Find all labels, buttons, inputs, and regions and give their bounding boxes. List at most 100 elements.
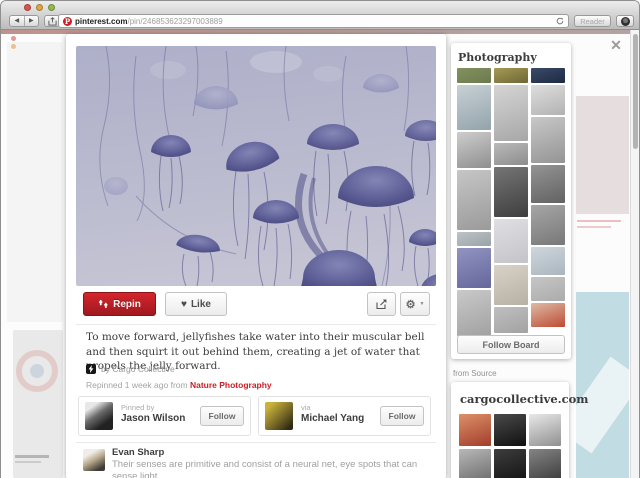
pin-thumbnail[interactable] (457, 248, 491, 288)
board-column (531, 68, 565, 327)
commenter-avatar[interactable] (83, 449, 105, 471)
pin-thumbnail[interactable] (494, 307, 528, 333)
pin-thumbnail[interactable] (531, 85, 565, 115)
tab-overview-button[interactable] (616, 15, 634, 27)
faded-pin-image (576, 96, 629, 214)
faded-text-line (577, 226, 611, 228)
pin-thumbnail[interactable] (531, 117, 565, 163)
source-card: cargocollective.com (451, 382, 569, 478)
page-content: Repin ♥ Like ⚙ ▼ To move forward, (1, 30, 639, 478)
pin-thumbnail[interactable] (531, 205, 565, 245)
pin-thumbnail[interactable] (531, 247, 565, 275)
faded-text-line (15, 455, 49, 458)
pin-thumbnail[interactable] (457, 85, 491, 130)
repin-info: Repinned 1 week ago from Nature Photogra… (86, 380, 272, 390)
board-column (494, 68, 528, 333)
repin-button[interactable]: Repin (83, 292, 156, 316)
pin-thumbnail[interactable] (494, 265, 528, 305)
faded-target-center (30, 364, 44, 378)
record-icon (621, 17, 630, 26)
like-button[interactable]: ♥ Like (165, 292, 227, 316)
minimize-window-icon[interactable] (36, 4, 43, 11)
share-icon (48, 17, 57, 26)
pinner-name[interactable]: Jason Wilson (121, 413, 185, 424)
send-icon (376, 299, 388, 310)
nav-buttons: ◀ ▶ (9, 15, 39, 27)
board-thumbnail-grid (457, 68, 565, 336)
faded-text-line (15, 461, 41, 463)
pin-modal: Repin ♥ Like ⚙ ▼ To move forward, (66, 34, 446, 478)
zoom-window-icon[interactable] (48, 4, 55, 11)
board-card: Photography Follow Board (451, 43, 571, 359)
pin-thumbnail[interactable] (457, 68, 491, 83)
close-window-icon[interactable] (24, 4, 31, 11)
board-column (457, 68, 491, 336)
forward-button[interactable]: ▶ (25, 16, 39, 26)
pin-thumbnail[interactable] (529, 449, 561, 478)
chevron-down-icon: ▼ (419, 301, 424, 307)
pin-thumbnail[interactable] (457, 290, 491, 336)
pin-thumbnail[interactable] (531, 165, 565, 203)
scrollbar-thumb[interactable] (633, 34, 638, 149)
pinned-by-label: Pinned by (121, 403, 154, 412)
pin-thumbnail[interactable] (459, 449, 491, 478)
heart-icon: ♥ (181, 299, 187, 310)
divider (76, 442, 436, 443)
pinterest-favicon: P (63, 17, 72, 26)
window-titlebar[interactable] (1, 1, 639, 12)
faded-pin-card (7, 42, 63, 322)
comment-text: Their senses are primitive and consist o… (112, 459, 430, 478)
pin-thumbnail[interactable] (494, 85, 528, 141)
scrollbar[interactable] (630, 30, 639, 478)
send-button[interactable] (367, 292, 396, 316)
follow-pinner-button[interactable]: Follow (200, 406, 244, 426)
source-thumbnail-grid (459, 414, 561, 478)
reader-button[interactable]: Reader (574, 15, 611, 27)
pin-thumbnail[interactable] (459, 414, 491, 446)
pin-thumbnail[interactable] (457, 170, 491, 230)
board-title[interactable]: Photography (458, 51, 565, 64)
refresh-icon[interactable] (556, 17, 564, 25)
via-name[interactable]: Michael Yang (301, 413, 364, 424)
gear-menu-button[interactable]: ⚙ ▼ (400, 292, 430, 316)
address-bar[interactable]: P pinterest.com /pin/246853623297003889 (58, 14, 569, 28)
pin-thumbnail[interactable] (494, 68, 528, 83)
source-domain[interactable]: cargocollective.com (460, 392, 561, 406)
source-board-link[interactable]: Nature Photography (190, 380, 272, 390)
pinner-avatar[interactable] (85, 402, 113, 430)
attribution-text: by Cargo Collective (101, 364, 175, 374)
pin-thumbnail[interactable] (494, 219, 528, 263)
attribution-row[interactable]: by Cargo Collective (86, 364, 175, 374)
pin-thumbnail[interactable] (529, 414, 561, 446)
pinner-box: Pinned by Jason Wilson Follow (78, 396, 251, 436)
pin-thumbnail[interactable] (531, 303, 565, 327)
pin-image-jellyfish[interactable] (76, 46, 436, 286)
close-icon[interactable]: ✕ (607, 36, 625, 54)
follow-via-button[interactable]: Follow (380, 406, 424, 426)
from-source-label: from Source (453, 369, 497, 378)
via-label: via (301, 403, 311, 412)
via-avatar[interactable] (265, 402, 293, 430)
pin-thumbnail[interactable] (457, 232, 491, 246)
pin-thumbnail[interactable] (494, 414, 526, 446)
follow-board-button[interactable]: Follow Board (457, 335, 565, 354)
pin-thumbnail[interactable] (494, 449, 526, 478)
via-box: via Michael Yang Follow (258, 396, 431, 436)
repin-info-text: Repinned 1 week ago from (86, 380, 190, 390)
pin-thumbnail[interactable] (494, 143, 528, 165)
url-domain: pinterest.com (75, 17, 127, 26)
cargo-collective-icon (86, 364, 96, 374)
faded-target-logo (16, 350, 58, 392)
pin-thumbnail[interactable] (531, 277, 565, 301)
pin-thumbnail[interactable] (457, 132, 491, 168)
pin-thumbnail[interactable] (494, 167, 528, 217)
commenter-name[interactable]: Evan Sharp (112, 447, 164, 458)
pin-thumbnail[interactable] (531, 68, 565, 83)
back-button[interactable]: ◀ (10, 16, 25, 26)
url-path: /pin/246853623297003889 (127, 17, 222, 26)
divider (76, 324, 436, 325)
faded-text-line (577, 220, 621, 222)
browser-toolbar: ◀ ▶ P pinterest.com /pin/246853623297003… (1, 12, 639, 30)
jellyfish-photo (76, 46, 436, 286)
faded-dot (11, 44, 16, 49)
